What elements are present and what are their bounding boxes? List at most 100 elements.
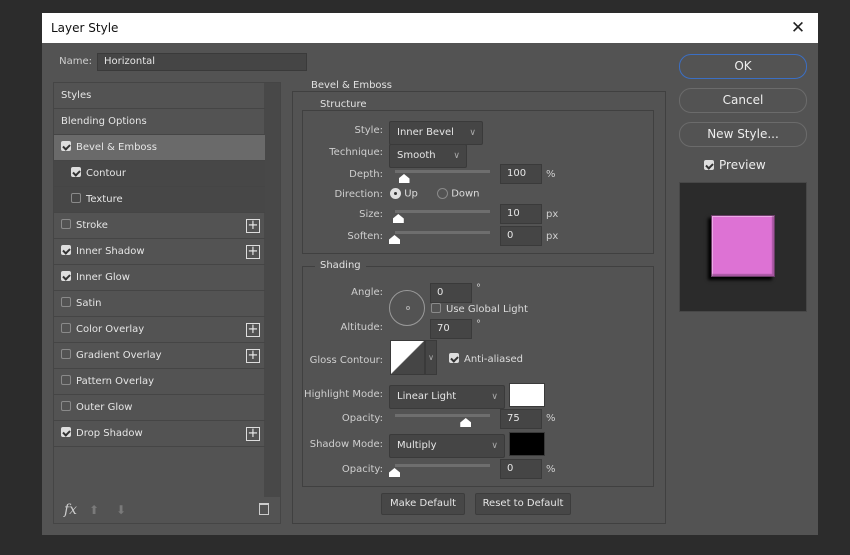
highlight-mode-select[interactable]: Linear Light ∨	[389, 385, 505, 409]
add-icon[interactable]: +	[246, 219, 260, 233]
technique-select[interactable]: Smooth ∨	[389, 144, 467, 168]
item-label: Inner Glow	[76, 272, 130, 283]
shadow-opacity-slider[interactable]	[395, 464, 490, 467]
name-label: Name:	[59, 56, 92, 67]
list-item-outer-glow[interactable]: Outer Glow	[54, 395, 265, 421]
shading-title: Shading	[315, 260, 366, 271]
size-slider[interactable]	[395, 210, 490, 213]
checkbox[interactable]	[61, 427, 71, 437]
radio[interactable]	[390, 188, 401, 199]
name-input[interactable]: Horizontal	[97, 53, 307, 71]
list-item-styles[interactable]: Styles	[54, 83, 265, 109]
direction-down-radio[interactable]: Down	[437, 188, 480, 200]
cancel-button[interactable]: Cancel	[679, 88, 807, 113]
highlight-mode-value: Linear Light	[397, 391, 457, 402]
soften-slider[interactable]	[395, 231, 490, 234]
list-item-texture[interactable]: Texture	[54, 187, 265, 213]
list-item-inner-glow[interactable]: Inner Glow	[54, 265, 265, 291]
radio[interactable]	[437, 188, 448, 199]
shadow-color-swatch[interactable]	[509, 432, 545, 456]
depth-slider[interactable]	[395, 170, 490, 173]
list-item-drop-shadow[interactable]: Drop Shadow +	[54, 421, 265, 447]
checkbox[interactable]	[61, 375, 71, 385]
new-style-button[interactable]: New Style...	[679, 122, 807, 147]
depth-unit: %	[546, 169, 556, 180]
list-item-contour[interactable]: Contour	[54, 161, 265, 187]
item-label: Texture	[86, 194, 123, 205]
style-select[interactable]: Inner Bevel ∨	[389, 121, 483, 145]
trash-icon[interactable]	[259, 503, 269, 515]
list-item-stroke[interactable]: Stroke +	[54, 213, 265, 239]
altitude-unit: °	[476, 319, 481, 330]
ok-button[interactable]: OK	[679, 54, 807, 79]
preview-label: Preview	[719, 158, 766, 172]
item-label: Bevel & Emboss	[76, 142, 157, 153]
move-down-icon[interactable]: ⬇	[116, 503, 126, 517]
altitude-input[interactable]: 70	[430, 319, 472, 339]
checkbox[interactable]	[431, 303, 441, 313]
preview-canvas	[679, 182, 807, 312]
title-bar: Layer Style	[42, 13, 818, 43]
chevron-down-icon: ∨	[491, 392, 498, 402]
checkbox[interactable]	[71, 193, 81, 203]
make-default-button[interactable]: Make Default	[381, 493, 465, 515]
item-label: Blending Options	[61, 116, 147, 127]
move-up-icon[interactable]: ⬆	[89, 503, 99, 517]
highlight-opacity-slider[interactable]	[395, 414, 490, 417]
depth-input[interactable]: 100	[500, 164, 542, 184]
direction-up-radio[interactable]: Up	[390, 188, 418, 200]
add-icon[interactable]: +	[246, 245, 260, 259]
structure-title: Structure	[315, 99, 372, 110]
soften-input[interactable]: 0	[500, 226, 542, 246]
direction-down-label: Down	[451, 188, 480, 200]
soften-label: Soften:	[347, 231, 383, 242]
checkbox[interactable]	[71, 167, 81, 177]
chevron-down-icon[interactable]: ∨	[425, 340, 437, 375]
checkbox[interactable]	[704, 159, 714, 170]
reset-to-default-button[interactable]: Reset to Default	[475, 493, 571, 515]
highlight-opacity-unit: %	[546, 413, 556, 424]
anti-aliased-label: Anti-aliased	[464, 354, 524, 365]
angle-input[interactable]: 0	[430, 283, 472, 303]
list-item-color-overlay[interactable]: Color Overlay +	[54, 317, 265, 343]
list-item-pattern-overlay[interactable]: Pattern Overlay	[54, 369, 265, 395]
shadow-mode-label: Shadow Mode:	[309, 439, 383, 450]
list-item-inner-shadow[interactable]: Inner Shadow +	[54, 239, 265, 265]
angle-dial[interactable]	[389, 290, 425, 326]
soften-unit: px	[546, 231, 559, 242]
style-label: Style:	[354, 125, 384, 136]
add-icon[interactable]: +	[246, 427, 260, 441]
add-icon[interactable]: +	[246, 323, 260, 337]
dialog-title: Layer Style	[51, 21, 119, 35]
checkbox[interactable]	[61, 245, 71, 255]
direction-label: Direction:	[334, 189, 383, 200]
checkbox[interactable]	[449, 353, 459, 363]
list-item-gradient-overlay[interactable]: Gradient Overlay +	[54, 343, 265, 369]
shadow-mode-select[interactable]: Multiply ∨	[389, 434, 505, 458]
item-label: Pattern Overlay	[76, 376, 155, 387]
fx-icon[interactable]: fx	[64, 502, 77, 518]
checkbox[interactable]	[61, 323, 71, 333]
close-icon[interactable]: ✕	[788, 18, 808, 38]
scrollbar[interactable]	[264, 83, 280, 497]
checkbox[interactable]	[61, 401, 71, 411]
list-item-satin[interactable]: Satin	[54, 291, 265, 317]
highlight-opacity-input[interactable]: 75	[500, 409, 542, 429]
gloss-contour-picker[interactable]	[390, 340, 425, 375]
shadow-opacity-input[interactable]: 0	[500, 459, 542, 479]
checkbox[interactable]	[61, 349, 71, 359]
item-label: Gradient Overlay	[76, 350, 162, 361]
add-icon[interactable]: +	[246, 349, 260, 363]
use-global-light-checkbox[interactable]: Use Global Light	[431, 303, 528, 315]
anti-aliased-checkbox[interactable]: Anti-aliased	[449, 353, 524, 365]
checkbox[interactable]	[61, 271, 71, 281]
checkbox[interactable]	[61, 297, 71, 307]
highlight-color-swatch[interactable]	[509, 383, 545, 407]
size-input[interactable]: 10	[500, 204, 542, 224]
list-item-blending-options[interactable]: Blending Options	[54, 109, 265, 135]
checkbox[interactable]	[61, 141, 71, 151]
preview-checkbox[interactable]: Preview	[704, 158, 766, 172]
list-item-bevel-emboss[interactable]: Bevel & Emboss	[54, 135, 265, 161]
direction-up-label: Up	[404, 188, 418, 200]
checkbox[interactable]	[61, 219, 71, 229]
